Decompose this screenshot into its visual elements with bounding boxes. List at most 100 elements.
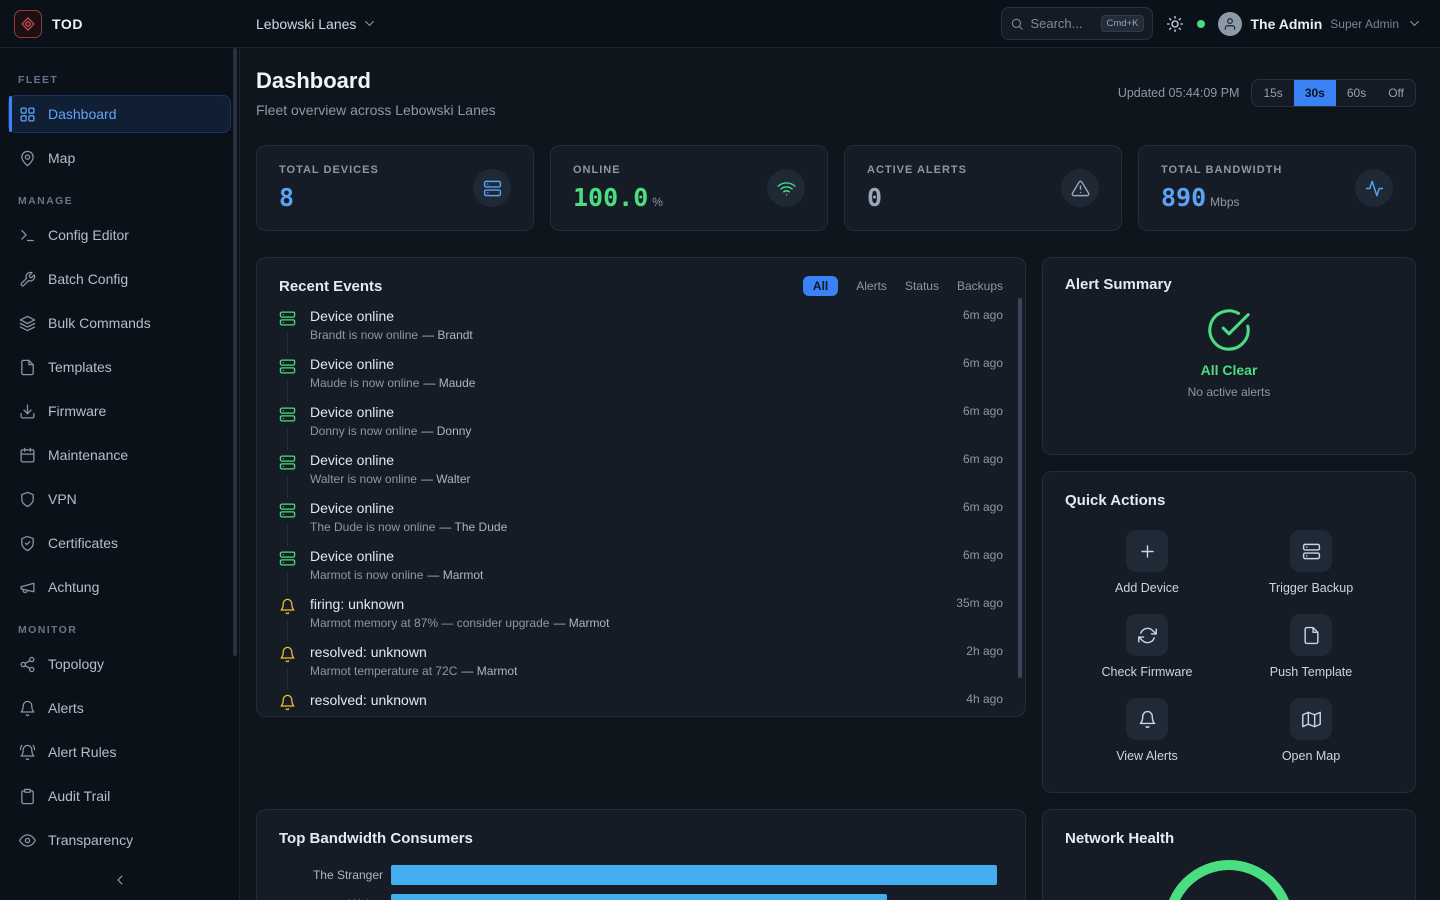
clipboard-icon bbox=[19, 788, 36, 805]
stat-label: TOTAL DEVICES bbox=[279, 164, 379, 176]
quick-action-trigger-backup[interactable]: Trigger Backup bbox=[1229, 528, 1393, 597]
sidebar-item-config-editor[interactable]: Config Editor bbox=[8, 216, 231, 254]
event-list: Device online Brandt is now online— Bran… bbox=[279, 306, 1003, 717]
download-icon bbox=[19, 403, 36, 420]
layers-icon bbox=[19, 315, 36, 332]
app-brand: TOD bbox=[0, 10, 240, 38]
file-icon bbox=[1290, 614, 1332, 656]
refresh-15s-button[interactable]: 15s bbox=[1252, 80, 1293, 106]
stat-label: ACTIVE ALERTS bbox=[867, 164, 967, 176]
calendar-icon bbox=[19, 447, 36, 464]
sidebar-section-manage: MANAGE bbox=[8, 183, 231, 216]
sidebar-item-templates[interactable]: Templates bbox=[8, 348, 231, 386]
event-time: 6m ago bbox=[953, 500, 1003, 514]
tab-backups[interactable]: Backups bbox=[957, 279, 1003, 293]
search-box[interactable]: Cmd+K bbox=[1001, 7, 1153, 40]
sidebar-item-bulk-commands[interactable]: Bulk Commands bbox=[8, 304, 231, 342]
event-row[interactable]: Device online The Dude is now online— Th… bbox=[279, 498, 1003, 546]
activity-icon bbox=[1355, 169, 1393, 207]
quick-action-push-template[interactable]: Push Template bbox=[1229, 612, 1393, 681]
chevron-down-icon bbox=[1407, 16, 1422, 31]
quick-actions-title: Quick Actions bbox=[1065, 492, 1393, 509]
sidebar-item-label: Config Editor bbox=[48, 227, 129, 243]
sidebar-item-alert-rules[interactable]: Alert Rules bbox=[8, 733, 231, 771]
network-health-card: Network Health bbox=[1042, 809, 1416, 900]
sidebar-item-transparency[interactable]: Transparency bbox=[8, 821, 231, 859]
terminal-icon bbox=[19, 227, 36, 244]
search-shortcut-badge: Cmd+K bbox=[1101, 15, 1145, 32]
event-description: Marmot temperature at 72C— Marmot bbox=[310, 664, 517, 678]
refresh-60s-button[interactable]: 60s bbox=[1336, 80, 1377, 106]
quick-action-check-firmware[interactable]: Check Firmware bbox=[1065, 612, 1229, 681]
quick-action-add-device[interactable]: Add Device bbox=[1065, 528, 1229, 597]
search-input[interactable] bbox=[1030, 16, 1094, 31]
server-icon bbox=[279, 454, 296, 471]
sidebar-item-label: Achtung bbox=[48, 579, 99, 595]
server-icon bbox=[279, 502, 296, 519]
event-time: 6m ago bbox=[953, 404, 1003, 418]
event-time: 6m ago bbox=[953, 548, 1003, 562]
bandwidth-card: Top Bandwidth Consumers The Stranger Wal… bbox=[256, 809, 1026, 900]
sidebar-item-label: Batch Config bbox=[48, 271, 128, 287]
search-icon bbox=[1010, 17, 1024, 31]
sidebar-item-dashboard[interactable]: Dashboard bbox=[8, 95, 231, 133]
alert-triangle-icon bbox=[1061, 169, 1099, 207]
quick-action-open-map[interactable]: Open Map bbox=[1229, 696, 1393, 765]
stat-card-total-devices: TOTAL DEVICES 8 bbox=[256, 145, 534, 231]
tab-status[interactable]: Status bbox=[905, 279, 939, 293]
sidebar-scrollbar[interactable] bbox=[233, 48, 237, 656]
stat-value: 0 bbox=[867, 183, 967, 212]
event-time: 6m ago bbox=[953, 452, 1003, 466]
events-scrollbar[interactable] bbox=[1018, 298, 1022, 678]
bell-icon bbox=[279, 646, 296, 663]
event-row[interactable]: Device online Donny is now online— Donny… bbox=[279, 402, 1003, 450]
sidebar-item-label: Transparency bbox=[48, 832, 133, 848]
user-avatar bbox=[1218, 12, 1242, 36]
sidebar-item-batch-config[interactable]: Batch Config bbox=[8, 260, 231, 298]
event-row[interactable]: Device online Maude is now online— Maude… bbox=[279, 354, 1003, 402]
chevron-down-icon bbox=[362, 16, 377, 31]
user-menu[interactable]: The Admin Super Admin bbox=[1218, 12, 1422, 36]
bandwidth-row: The Stranger bbox=[279, 860, 1003, 889]
bell-icon bbox=[1126, 698, 1168, 740]
main-content: Dashboard Fleet overview across Lebowski… bbox=[240, 48, 1440, 900]
event-row[interactable]: resolved: unknown Marmot temperature at … bbox=[279, 642, 1003, 690]
connection-status-dot bbox=[1197, 20, 1205, 28]
map-pin-icon bbox=[19, 150, 36, 167]
user-role: Super Admin bbox=[1330, 17, 1399, 31]
refresh-off-button[interactable]: Off bbox=[1377, 80, 1415, 106]
sidebar-item-firmware[interactable]: Firmware bbox=[8, 392, 231, 430]
sidebar-item-map[interactable]: Map bbox=[8, 139, 231, 177]
org-name: Lebowski Lanes bbox=[256, 16, 356, 32]
page-title: Dashboard bbox=[256, 68, 496, 94]
sidebar-collapse-button[interactable] bbox=[0, 864, 239, 896]
sidebar-item-alerts[interactable]: Alerts bbox=[8, 689, 231, 727]
event-title: firing: unknown bbox=[310, 596, 609, 612]
stat-label: ONLINE bbox=[573, 164, 663, 176]
event-row[interactable]: Device online Marmot is now online— Marm… bbox=[279, 546, 1003, 594]
theme-toggle-sun-icon[interactable] bbox=[1166, 15, 1184, 33]
quick-action-view-alerts[interactable]: View Alerts bbox=[1065, 696, 1229, 765]
check-circle-icon bbox=[1206, 307, 1252, 353]
event-row[interactable]: firing: unknown Marmot memory at 87% — c… bbox=[279, 594, 1003, 642]
sidebar-item-achtung[interactable]: Achtung bbox=[8, 568, 231, 606]
sidebar-item-maintenance[interactable]: Maintenance bbox=[8, 436, 231, 474]
page-subtitle: Fleet overview across Lebowski Lanes bbox=[256, 102, 496, 118]
tab-alerts[interactable]: Alerts bbox=[856, 279, 887, 293]
sidebar-item-audit-trail[interactable]: Audit Trail bbox=[8, 777, 231, 815]
sidebar-item-topology[interactable]: Topology bbox=[8, 645, 231, 683]
wifi-icon bbox=[767, 169, 805, 207]
sidebar-item-certificates[interactable]: Certificates bbox=[8, 524, 231, 562]
event-row[interactable]: resolved: unknown 4h ago bbox=[279, 690, 1003, 717]
megaphone-icon bbox=[19, 579, 36, 596]
event-row[interactable]: Device online Brandt is now online— Bran… bbox=[279, 306, 1003, 354]
sidebar-item-vpn[interactable]: VPN bbox=[8, 480, 231, 518]
sidebar-item-label: VPN bbox=[48, 491, 77, 507]
tab-all[interactable]: All bbox=[803, 276, 838, 296]
refresh-30s-button[interactable]: 30s bbox=[1294, 80, 1336, 106]
event-time: 6m ago bbox=[953, 356, 1003, 370]
event-time: 6m ago bbox=[953, 308, 1003, 322]
event-title: Device online bbox=[310, 404, 471, 420]
org-switcher[interactable]: Lebowski Lanes bbox=[256, 16, 377, 32]
event-row[interactable]: Device online Walter is now online— Walt… bbox=[279, 450, 1003, 498]
